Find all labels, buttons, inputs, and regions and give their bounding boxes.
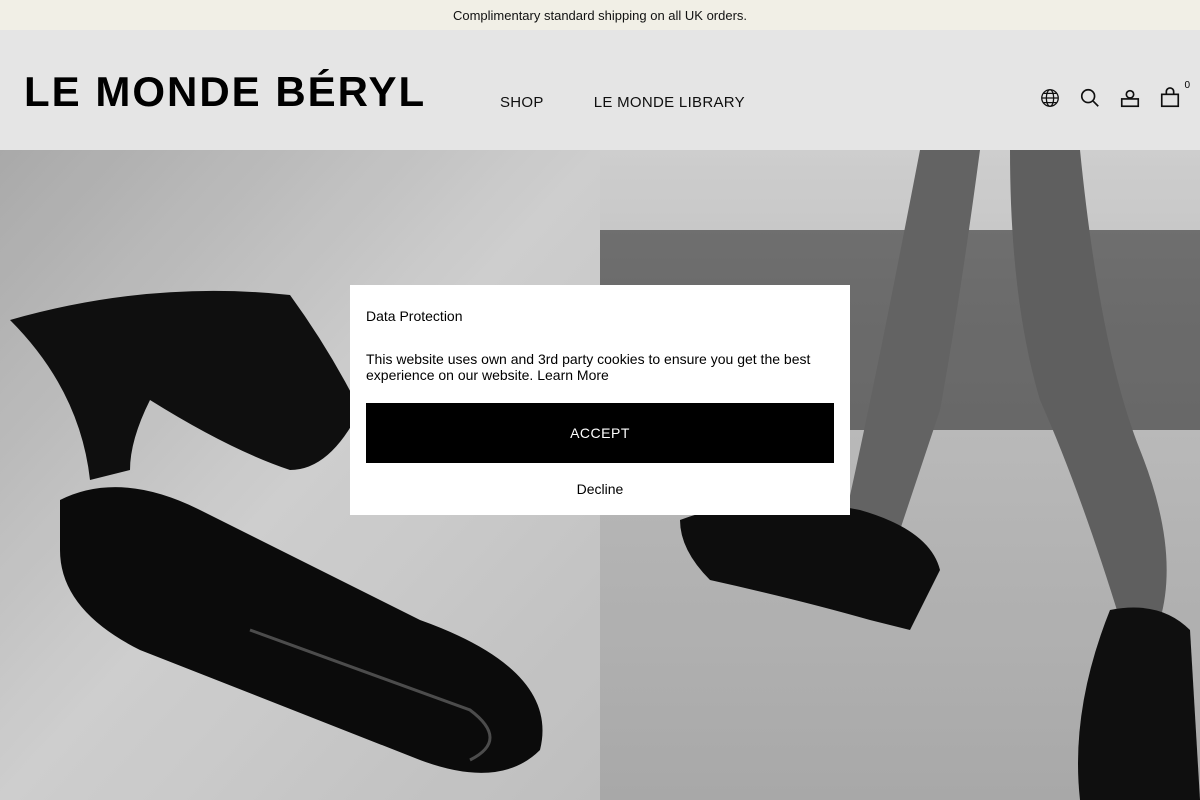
modal-title: Data Protection bbox=[366, 308, 463, 324]
announcement-bar: Complimentary standard shipping on all U… bbox=[0, 0, 1200, 30]
modal-text: This website uses own and 3rd party cook… bbox=[366, 351, 836, 383]
accept-button[interactable]: ACCEPT bbox=[366, 403, 834, 463]
learn-more-link[interactable]: Learn More bbox=[537, 367, 609, 383]
decline-button[interactable]: Decline bbox=[366, 481, 834, 497]
cookie-modal: Data Protection This website uses own an… bbox=[350, 285, 850, 515]
announcement-text: Complimentary standard shipping on all U… bbox=[452, 7, 748, 23]
